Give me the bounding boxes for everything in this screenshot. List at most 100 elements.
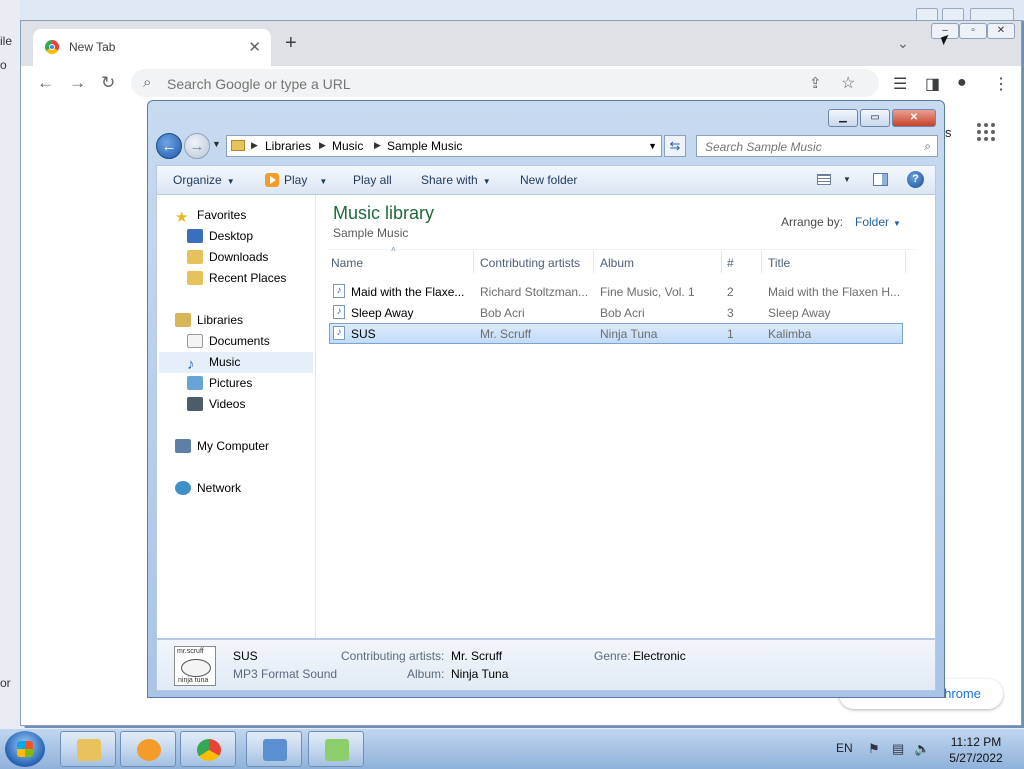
new-folder-button[interactable]: New folder	[520, 173, 577, 187]
omnibox[interactable]: ⌕ ⇪ ☆	[131, 69, 879, 97]
preview-pane-icon[interactable]	[873, 173, 888, 186]
tab-new-tab[interactable]: New Tab ✕	[33, 29, 271, 66]
nav-item-recent-places[interactable]: Recent Places	[187, 268, 286, 289]
media-queue-icon[interactable]: ☰	[893, 74, 907, 94]
reload-icon[interactable]: ↻	[101, 73, 115, 93]
share-icon[interactable]: ⇪	[809, 74, 822, 92]
column-divider[interactable]	[593, 251, 594, 273]
arrange-by-dropdown[interactable]: Folder ▼	[855, 215, 901, 229]
table-row-selected[interactable]: ♪ SUS Mr. Scruff Ninja Tuna 1 Kalimba	[329, 323, 903, 344]
taskbar-media-player-button[interactable]	[120, 731, 176, 767]
back-arrow-icon[interactable]: ←	[156, 133, 182, 159]
tab-search-chevron-icon[interactable]: ⌄	[897, 35, 909, 52]
nav-item-desktop[interactable]: Desktop	[187, 226, 253, 247]
column-header-contributing-artists[interactable]: Contributing artists	[480, 256, 580, 270]
nav-item-my-computer[interactable]: My Computer	[175, 436, 269, 457]
bookmark-star-icon[interactable]: ☆	[841, 73, 855, 93]
minimize-button[interactable]: ▁	[828, 109, 858, 127]
nav-item-downloads[interactable]: Downloads	[187, 247, 268, 268]
details-artists-value[interactable]: Mr. Scruff	[451, 649, 502, 663]
column-header-album[interactable]: Album	[600, 256, 634, 270]
close-button[interactable]: ✕	[892, 109, 936, 127]
share-with-button[interactable]: Share with ▼	[421, 173, 491, 187]
taskbar-chrome-button[interactable]	[180, 731, 236, 767]
audio-file-icon: ♪	[333, 284, 345, 298]
taskbar-notepad-button[interactable]	[308, 731, 364, 767]
maximize-button[interactable]: ▫	[959, 23, 987, 39]
nav-item-videos[interactable]: Videos	[187, 394, 245, 415]
nav-label: Desktop	[209, 229, 254, 243]
column-header-title[interactable]: Title	[768, 256, 790, 270]
breadcrumb-separator-icon[interactable]: ▶	[251, 140, 258, 151]
network-status-icon[interactable]: ▤	[892, 741, 904, 757]
column-header-track-number[interactable]: #	[727, 256, 734, 270]
column-divider[interactable]	[721, 251, 722, 273]
side-panel-icon[interactable]: ◨	[925, 74, 940, 94]
nav-label: Recent Places	[209, 271, 287, 285]
play-all-button[interactable]: Play all	[353, 173, 392, 187]
start-button[interactable]	[5, 731, 45, 767]
forward-arrow-icon[interactable]: →	[69, 73, 86, 93]
breadcrumb-separator-icon[interactable]: ▶	[374, 140, 381, 151]
tab-title: New Tab	[69, 40, 116, 54]
album-art-text: mr.scruff	[177, 648, 204, 655]
column-divider[interactable]	[905, 251, 906, 273]
search-box[interactable]: ⌕	[696, 135, 938, 157]
pictures-icon	[187, 376, 203, 390]
breadcrumb-music[interactable]: Music	[332, 139, 363, 153]
taskbar-explorer-button[interactable]	[60, 731, 116, 767]
details-genre-value[interactable]: Electronic	[633, 649, 686, 663]
view-options-icon[interactable]	[817, 174, 831, 185]
google-apps-grid-icon[interactable]	[977, 123, 995, 141]
address-bar[interactable]: ▶ Libraries ▶ Music ▶ Sample Music ▼	[226, 135, 662, 157]
help-icon[interactable]: ?	[907, 171, 924, 188]
search-input[interactable]	[703, 139, 913, 155]
close-button[interactable]: ✕	[987, 23, 1015, 39]
chevron-down-icon: ▼	[319, 177, 328, 186]
libraries-icon	[175, 313, 191, 327]
nav-label: Documents	[209, 334, 270, 348]
address-dropdown-icon[interactable]: ▼	[648, 141, 657, 151]
details-album-value[interactable]: Ninja Tuna	[451, 667, 508, 681]
volume-icon[interactable]: 🔈	[914, 741, 930, 757]
column-header-name[interactable]: Name	[331, 256, 363, 270]
file-album: Bob Acri	[600, 306, 645, 320]
search-icon[interactable]: ⌕	[924, 139, 931, 154]
nav-item-pictures[interactable]: Pictures	[187, 373, 252, 394]
nav-item-documents[interactable]: Documents	[187, 331, 270, 352]
nav-item-music[interactable]: ♪ Music	[159, 352, 313, 373]
recent-pages-chevron-icon[interactable]: ▼	[212, 139, 221, 149]
breadcrumb-libraries[interactable]: Libraries	[265, 139, 311, 153]
documents-icon	[187, 334, 203, 348]
new-tab-button[interactable]: +	[285, 33, 297, 53]
table-row[interactable]: ♪ Maid with the Flaxe... Richard Stoltzm…	[329, 281, 903, 302]
column-divider[interactable]	[761, 251, 762, 273]
chevron-down-icon[interactable]: ▼	[843, 175, 851, 184]
organize-button[interactable]: Organize ▼	[173, 173, 235, 187]
omnibox-input[interactable]	[165, 74, 809, 94]
breadcrumb-separator-icon[interactable]: ▶	[319, 140, 326, 151]
back-arrow-icon[interactable]: ←	[37, 73, 54, 93]
refresh-icon[interactable]: ⇆	[664, 135, 686, 157]
nav-item-libraries[interactable]: Libraries	[175, 310, 243, 331]
nav-label: Libraries	[197, 313, 244, 327]
taskbar-control-panel-button[interactable]	[246, 731, 302, 767]
table-row[interactable]: ♪ Sleep Away Bob Acri Bob Acri 3 Sleep A…	[329, 302, 903, 323]
breadcrumb-sample-music[interactable]: Sample Music	[387, 139, 462, 153]
profile-avatar-icon[interactable]: ●	[957, 74, 967, 92]
album-art-graphic	[181, 659, 211, 677]
arrange-by-label: Arrange by:	[781, 215, 844, 229]
maximize-button[interactable]: ▭	[860, 109, 890, 127]
action-center-flag-icon[interactable]: ⚑	[868, 741, 880, 757]
language-indicator[interactable]: EN	[836, 741, 853, 755]
nav-item-favorites[interactable]: ★ Favorites	[175, 205, 246, 226]
nav-item-network[interactable]: Network	[175, 478, 241, 499]
chrome-logo-icon	[197, 739, 221, 761]
column-divider[interactable]	[473, 251, 474, 273]
forward-arrow-icon[interactable]: →	[184, 133, 210, 159]
explorer-nav-row: ← → ▼ ▶ Libraries ▶ Music ▶ Sample Music…	[156, 133, 938, 159]
menu-kebab-icon[interactable]: ⋮	[993, 74, 1009, 94]
tab-close-icon[interactable]: ✕	[248, 38, 261, 56]
play-button[interactable]: Play ▼	[265, 173, 327, 187]
system-clock[interactable]: 11:12 PM 5/27/2022	[940, 734, 1012, 766]
